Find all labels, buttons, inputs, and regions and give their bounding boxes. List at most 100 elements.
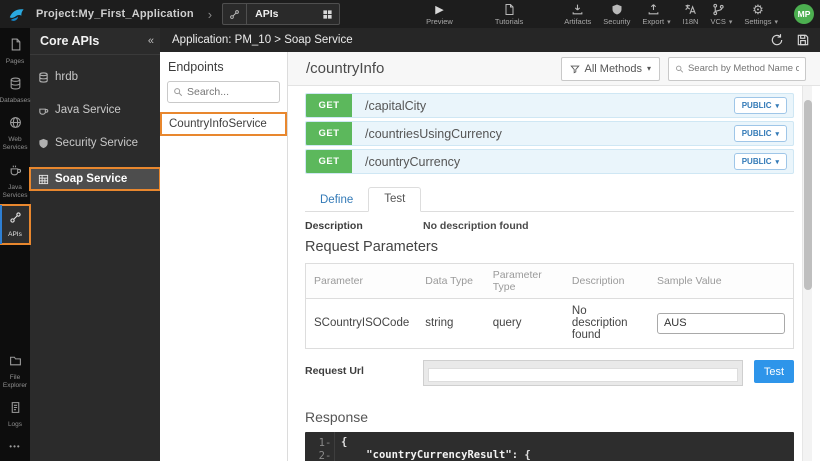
- core-apis-panel: Core APIs « hrdb Java Service Security S…: [30, 28, 160, 461]
- detail-tabs: Define Test: [305, 187, 794, 212]
- tutorials-icon: [503, 3, 515, 16]
- sidebar-item-pages[interactable]: Pages: [0, 32, 30, 71]
- settings-button[interactable]: ⚙ Settings ▾: [744, 3, 778, 26]
- caret-down-icon: ▾: [774, 18, 778, 26]
- grid-menu-icon[interactable]: [315, 9, 339, 20]
- endpoint-row[interactable]: GET /countryCurrency PUBLIC▾: [305, 149, 794, 174]
- project-name: Project:My_First_Application: [36, 8, 194, 20]
- export-upload-icon: [647, 3, 660, 16]
- method-search[interactable]: [668, 57, 806, 81]
- caret-down-icon: ▾: [667, 18, 671, 26]
- save-icon[interactable]: [796, 33, 810, 47]
- editor-column: Application: PM_10 > Soap Service Endpoi…: [160, 28, 820, 461]
- visibility-dropdown[interactable]: PUBLIC▾: [734, 97, 787, 114]
- parameter-row: SCountryISOCode string query No descript…: [306, 299, 794, 349]
- sidebar-item-java-services[interactable]: Java Services: [0, 158, 30, 205]
- artifacts-download-icon: [571, 3, 584, 16]
- collapse-panel-icon[interactable]: «: [148, 35, 154, 47]
- editor-gutter: 1- 2- 3 4 5 6: [305, 432, 335, 461]
- artifacts-button[interactable]: Artifacts: [564, 3, 591, 26]
- refresh-icon[interactable]: [770, 33, 784, 47]
- method-search-input[interactable]: [688, 63, 799, 74]
- topbar-actions: Artifacts Security Export ▾: [564, 3, 814, 26]
- request-parameters-title: Request Parameters: [305, 239, 794, 255]
- tab-apis[interactable]: APIs: [222, 3, 340, 25]
- play-icon: ▶: [435, 3, 443, 16]
- branch-icon: [712, 3, 725, 16]
- col-parameter-type: Parameter Type: [485, 264, 564, 299]
- request-url-row: Request Url Test: [305, 360, 794, 386]
- user-avatar[interactable]: MP: [794, 4, 814, 24]
- sidebar-item-web-services[interactable]: Web Services: [0, 110, 30, 157]
- endpoint-row[interactable]: GET /capitalCity PUBLIC▾: [305, 93, 794, 118]
- globe-icon: [9, 116, 22, 134]
- database-icon: [38, 72, 49, 83]
- core-api-item-hrdb[interactable]: hrdb: [30, 66, 160, 88]
- fold-icon[interactable]: -: [325, 437, 331, 449]
- tutorials-button[interactable]: Tutorials: [495, 3, 523, 26]
- gear-icon: ⚙: [752, 3, 764, 16]
- endpoint-row[interactable]: GET /countriesUsingCurrency PUBLIC▾: [305, 121, 794, 146]
- caret-down-icon: ▾: [729, 18, 733, 26]
- visibility-dropdown[interactable]: PUBLIC▾: [734, 153, 787, 170]
- core-api-item-security-service[interactable]: Security Service: [30, 132, 160, 154]
- endpoint-item-countryinfoservice[interactable]: CountryInfoService: [161, 113, 286, 135]
- col-parameter: Parameter: [306, 264, 418, 299]
- export-button[interactable]: Export ▾: [642, 3, 670, 26]
- visibility-dropdown[interactable]: PUBLIC▾: [734, 125, 787, 142]
- core-api-item-soap-service[interactable]: Soap Service: [30, 168, 160, 190]
- methods-filter-dropdown[interactable]: All Methods ▾: [561, 57, 661, 81]
- translate-icon: [684, 3, 698, 16]
- pages-icon: [9, 38, 22, 56]
- sample-value-input[interactable]: [657, 313, 785, 334]
- core-api-item-java-service[interactable]: Java Service: [30, 99, 160, 121]
- vcs-button[interactable]: VCS ▾: [710, 3, 732, 26]
- sidebar-item-logs[interactable]: Logs: [0, 395, 30, 434]
- col-description: Description: [564, 264, 649, 299]
- i18n-button[interactable]: I18N: [683, 3, 699, 26]
- request-url-box: [423, 360, 743, 386]
- caret-down-icon: ▾: [775, 130, 779, 138]
- database-icon: [9, 77, 22, 95]
- more-options-icon[interactable]: •••: [0, 434, 30, 461]
- caret-down-icon: ▾: [775, 102, 779, 110]
- endpoints-search[interactable]: [167, 81, 280, 103]
- studio-app: Project:My_First_Application › APIs ▶ Pr…: [0, 0, 820, 461]
- search-icon: [675, 64, 684, 74]
- soap-service-icon: [38, 174, 49, 185]
- coffee-icon: [9, 164, 22, 182]
- http-method-badge: GET: [306, 150, 352, 173]
- request-url-input[interactable]: [428, 368, 738, 382]
- vertical-scrollbar[interactable]: ▴: [802, 86, 812, 461]
- fold-icon[interactable]: -: [325, 450, 331, 461]
- sidebar-item-apis[interactable]: APIs: [0, 205, 30, 244]
- response-code-editor[interactable]: 1- 2- 3 4 5 6 { "countryCurrencyResult":…: [305, 432, 794, 461]
- rail-spacer: [0, 244, 30, 348]
- sidebar-item-databases[interactable]: Databases: [0, 71, 30, 110]
- core-apis-title: Core APIs: [40, 34, 148, 48]
- api-detail-pane: /countryInfo All Methods ▾: [288, 52, 820, 461]
- test-button[interactable]: Test: [754, 360, 794, 383]
- folder-icon: [9, 354, 22, 372]
- tab-test[interactable]: Test: [368, 187, 421, 212]
- search-icon: [173, 87, 183, 97]
- sidebar-item-file-explorer[interactable]: File Explorer: [0, 348, 30, 395]
- preview-button[interactable]: ▶ Preview: [426, 3, 453, 26]
- workspace: Pages Databases Web Services Java Servic…: [0, 28, 820, 461]
- description-value: No description found: [423, 220, 529, 232]
- scroll-area: GET /capitalCity PUBLIC▾ GET /countriesU…: [288, 86, 820, 461]
- param-description: No description found: [564, 299, 649, 349]
- scrollbar-thumb[interactable]: [804, 100, 812, 290]
- description-label: Description: [305, 220, 423, 232]
- shield-icon: [611, 3, 623, 16]
- endpoints-search-input[interactable]: [187, 86, 274, 98]
- security-button[interactable]: Security: [603, 3, 630, 26]
- breadcrumb: Application: PM_10 > Soap Service: [172, 34, 758, 46]
- core-apis-header: Core APIs «: [30, 28, 160, 55]
- service-path-title: /countryInfo: [306, 60, 561, 77]
- request-parameters-table: Parameter Data Type Parameter Type Descr…: [305, 263, 794, 349]
- left-icon-rail: Pages Databases Web Services Java Servic…: [0, 28, 30, 461]
- tab-define[interactable]: Define: [305, 189, 368, 212]
- param-data-type: string: [417, 299, 484, 349]
- api-nodes-icon: [9, 211, 22, 229]
